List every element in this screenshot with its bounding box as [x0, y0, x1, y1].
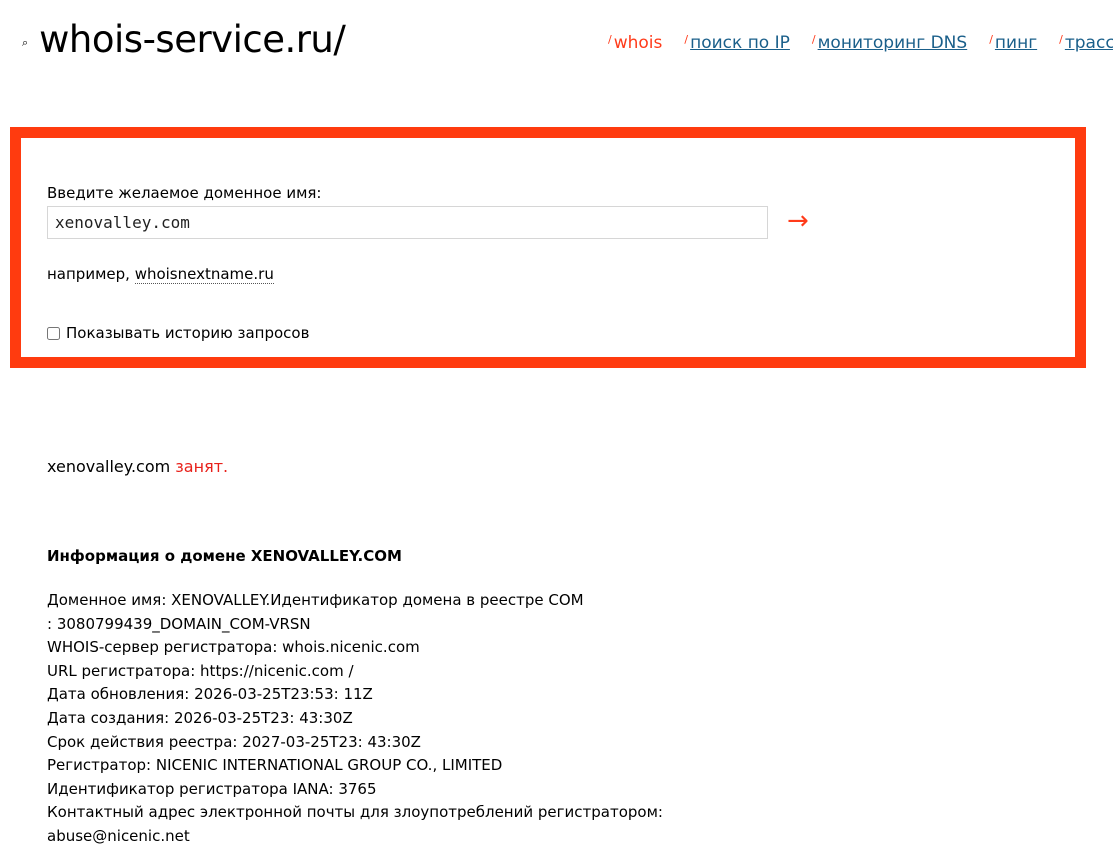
- domain-status: xenovalley.com занят.: [47, 457, 228, 476]
- info-line: Дата создания: 2026-03-25T23: 43:30Z: [47, 708, 353, 727]
- nav-slash-icon: /: [684, 33, 689, 46]
- history-label: Показывать историю запросов: [66, 324, 310, 342]
- nav-item-traceroute[interactable]: / трасс: [1059, 33, 1113, 53]
- search-icon: ⌕: [22, 35, 29, 49]
- top-navigation: / whois / поиск по IP / мониторинг DNS / пин…: [608, 33, 1113, 53]
- search-panel: Введите желаемое доменное имя: → наприме…: [10, 127, 1086, 368]
- nav-slash-icon: /: [608, 33, 612, 46]
- status-badge: занят.: [175, 457, 229, 476]
- info-line: abuse@nicenic.net: [47, 826, 190, 845]
- nav-link-ping[interactable]: пинг: [995, 33, 1037, 53]
- nav-item-whois[interactable]: / whois: [608, 33, 662, 53]
- info-line: : 3080799439_DOMAIN_COM-VRSN: [47, 614, 311, 633]
- info-line: Доменное имя: XENOVALLEY.Идентификатор д…: [47, 591, 584, 609]
- domain-input[interactable]: [47, 206, 768, 239]
- history-toggle[interactable]: Показывать историю запросов: [47, 324, 309, 342]
- site-logo[interactable]: ⌕ whois-service.ru/: [22, 18, 346, 61]
- info-line: Идентификатор регистратора IANA: 3765: [47, 779, 377, 798]
- nav-slash-icon: /: [1059, 33, 1063, 46]
- nav-slash-icon: /: [811, 33, 816, 46]
- submit-arrow-icon[interactable]: →: [787, 204, 809, 238]
- domain-info-list: Доменное имя: XENOVALLEY.Идентификатор д…: [47, 589, 727, 849]
- search-prompt: Введите желаемое доменное имя:: [47, 184, 322, 202]
- example-prefix: например,: [47, 265, 135, 283]
- nav-link-whois[interactable]: whois: [614, 33, 663, 53]
- nav-slash-icon: /: [989, 33, 993, 46]
- domain-info-title: Информация о домене XENOVALLEY.COM: [47, 547, 402, 565]
- example-hint: например, whoisnextname.ru: [47, 265, 274, 284]
- info-line: Контактный адрес электронной почты для з…: [47, 803, 663, 822]
- example-domain-link[interactable]: whoisnextname.ru: [134, 265, 274, 284]
- info-line: Дата обновления: 2026-03-25T23:53: 11Z: [47, 685, 373, 704]
- info-line: Регистратор: NICENIC INTERNATIONAL GROUP…: [47, 756, 503, 775]
- nav-link-ip-search[interactable]: поиск по IP: [690, 33, 790, 53]
- site-title[interactable]: whois-service.ru/: [39, 18, 346, 61]
- nav-item-dns-monitoring[interactable]: / мониторинг DNS: [812, 33, 967, 53]
- nav-item-ping[interactable]: / пинг: [989, 33, 1037, 53]
- info-line: Срок действия реестра: 2027-03-25T23: 43…: [47, 732, 421, 751]
- history-checkbox[interactable]: [47, 326, 60, 340]
- status-domain: xenovalley.com: [47, 457, 171, 476]
- info-line: URL регистратора: https://nicenic.com /: [47, 661, 354, 680]
- info-line: WHOIS-сервер регистратора: whois.nicenic…: [47, 638, 420, 657]
- nav-link-traceroute[interactable]: трасс: [1065, 33, 1113, 53]
- nav-item-ip-search[interactable]: / поиск по IP: [684, 33, 790, 53]
- nav-link-dns-monitoring[interactable]: мониторинг DNS: [818, 33, 968, 53]
